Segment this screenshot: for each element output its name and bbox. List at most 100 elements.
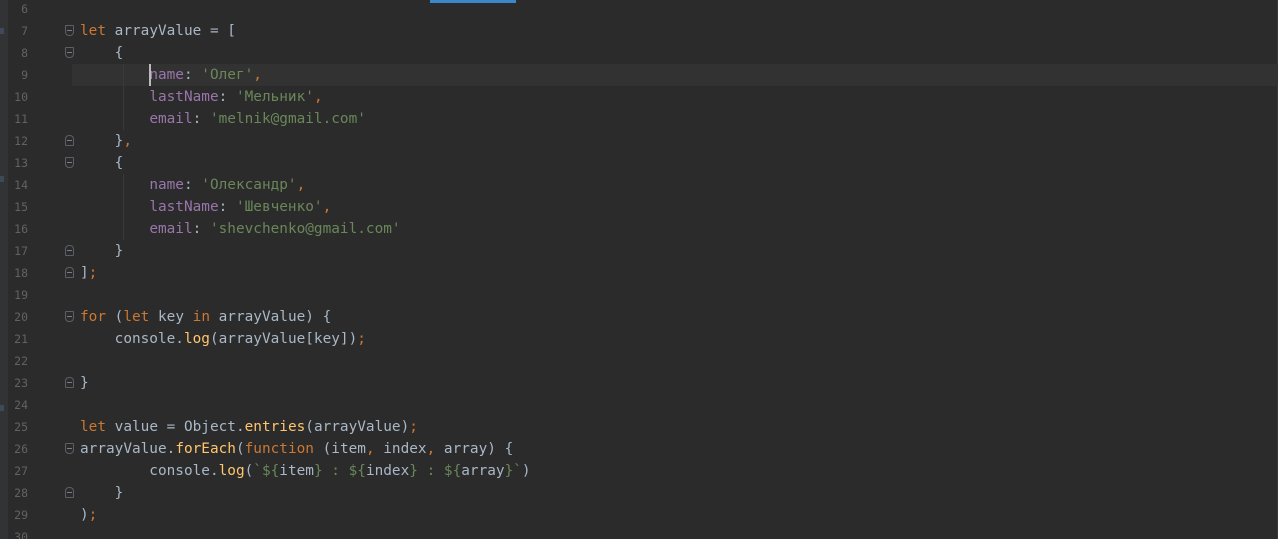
line-number[interactable]: 16 (8, 218, 28, 240)
code-token: , (313, 89, 323, 105)
code-token: console. (80, 463, 219, 479)
code-line[interactable]: 30 (0, 526, 1278, 539)
line-number[interactable]: 29 (8, 504, 28, 526)
code-line[interactable]: 6 (0, 0, 1278, 20)
code-text[interactable]: ); (80, 504, 97, 526)
code-token: 'Олександр' (201, 177, 297, 193)
code-text[interactable]: name: 'Олександр', (80, 174, 305, 196)
fold-end-icon[interactable] (65, 267, 74, 278)
line-number[interactable]: 30 (8, 526, 28, 539)
code-editor[interactable]: 6 7 let arrayValue = [8 {9 name: 'Олег', 10… (0, 0, 1278, 539)
code-text[interactable]: email: 'shevchenko@gmail.com' (80, 218, 400, 240)
code-token: let (80, 23, 106, 39)
code-text[interactable]: ]; (80, 262, 97, 284)
code-text[interactable]: console.log(arrayValue[key]); (80, 328, 366, 350)
code-token: : (192, 221, 210, 237)
code-token: } (80, 485, 124, 501)
code-line[interactable]: 21 console.log(arrayValue[key]); (0, 328, 1278, 350)
code-text[interactable]: } (80, 372, 89, 394)
line-number[interactable]: 12 (8, 130, 28, 152)
line-number[interactable]: 27 (8, 460, 28, 482)
code-line[interactable]: 23} (0, 372, 1278, 394)
line-number[interactable]: 11 (8, 108, 28, 130)
code-line[interactable]: 12 }, (0, 130, 1278, 152)
code-token: in (192, 309, 210, 325)
line-number[interactable]: 23 (8, 372, 28, 394)
code-line[interactable]: 19 (0, 284, 1278, 306)
code-text[interactable]: console.log(`${item} : ${index} : ${arra… (80, 460, 530, 482)
line-number[interactable]: 15 (8, 196, 28, 218)
code-line[interactable]: 7 let arrayValue = [ (0, 20, 1278, 42)
line-number[interactable]: 22 (8, 350, 28, 372)
fold-collapse-icon[interactable] (65, 157, 74, 168)
line-number[interactable]: 19 (8, 284, 28, 306)
code-token: lastName (149, 89, 219, 105)
code-token: for (80, 309, 106, 325)
fold-end-icon[interactable] (65, 487, 74, 498)
line-number[interactable]: 26 (8, 438, 28, 460)
code-text[interactable]: }, (80, 130, 132, 152)
line-number[interactable]: 13 (8, 152, 28, 174)
line-number[interactable]: 10 (8, 86, 28, 108)
code-token: ( (244, 463, 254, 479)
code-line[interactable]: 27 console.log(`${item} : ${index} : ${a… (0, 460, 1278, 482)
line-number[interactable]: 14 (8, 174, 28, 196)
line-number[interactable]: 7 (8, 20, 28, 42)
code-token: , (426, 441, 436, 457)
fold-end-icon[interactable] (65, 245, 74, 256)
code-text[interactable]: name: 'Олег', (80, 64, 262, 86)
code-line[interactable]: 11 email: 'melnik@gmail.com' (0, 108, 1278, 130)
code-text[interactable]: } (80, 240, 124, 262)
code-token: array (461, 463, 505, 479)
fold-collapse-icon[interactable] (65, 311, 74, 322)
code-line[interactable]: 22 (0, 350, 1278, 372)
code-line[interactable]: 29); (0, 504, 1278, 526)
line-number[interactable]: 25 (8, 416, 28, 438)
code-line[interactable]: 26 arrayValue.forEach(function (item, ind… (0, 438, 1278, 460)
line-number[interactable]: 28 (8, 482, 28, 504)
code-line[interactable]: 17 } (0, 240, 1278, 262)
code-token: , (296, 177, 306, 193)
code-line[interactable]: 28 } (0, 482, 1278, 504)
code-text[interactable]: lastName: 'Мельник', (80, 86, 323, 108)
fold-end-icon[interactable] (65, 377, 74, 388)
code-line[interactable]: 13 { (0, 152, 1278, 174)
line-number[interactable]: 9 (8, 64, 28, 86)
code-text[interactable]: } (80, 482, 124, 504)
code-text[interactable]: let value = Object.entries(arrayValue); (80, 416, 418, 438)
code-line[interactable]: 25 let value = Object.entries(arrayValue)… (0, 416, 1278, 438)
code-text[interactable]: { (80, 152, 124, 174)
code-line[interactable]: 9 name: 'Олег', (0, 64, 1278, 86)
code-token: email (149, 221, 193, 237)
code-line[interactable]: 10 lastName: 'Мельник', (0, 86, 1278, 108)
code-text[interactable]: { (80, 42, 124, 64)
code-text[interactable]: arrayValue.forEach(function (item, index… (80, 438, 513, 460)
fold-collapse-icon[interactable] (65, 47, 74, 58)
line-number[interactable]: 6 (8, 0, 28, 20)
line-number[interactable]: 24 (8, 394, 28, 416)
code-text[interactable]: let arrayValue = [ (80, 20, 236, 42)
line-number[interactable]: 17 (8, 240, 28, 262)
fold-end-icon[interactable] (65, 135, 74, 146)
code-token: log (183, 331, 210, 347)
code-line[interactable]: 16 email: 'shevchenko@gmail.com' (0, 218, 1278, 240)
code-line[interactable]: 24 (0, 394, 1278, 416)
code-line[interactable]: 18]; (0, 262, 1278, 284)
code-text[interactable]: for (let key in arrayValue) { (80, 306, 331, 328)
line-number[interactable]: 21 (8, 328, 28, 350)
code-token: index (365, 463, 410, 479)
code-text[interactable]: lastName: 'Шевченко', (80, 196, 331, 218)
fold-collapse-icon[interactable] (65, 25, 74, 36)
code-line[interactable]: 14 name: 'Олександр', (0, 174, 1278, 196)
code-text[interactable]: email: 'melnik@gmail.com' (80, 108, 366, 130)
code-line[interactable]: 15 lastName: 'Шевченко', (0, 196, 1278, 218)
line-number[interactable]: 8 (8, 42, 28, 64)
code-token: , (365, 441, 375, 457)
code-line[interactable]: 20 for (let key in arrayValue) { (0, 306, 1278, 328)
code-token: array) { (435, 441, 514, 457)
code-line[interactable]: 8 { (0, 42, 1278, 64)
line-number[interactable]: 20 (8, 306, 28, 328)
line-number[interactable]: 18 (8, 262, 28, 284)
fold-collapse-icon[interactable] (65, 443, 74, 454)
